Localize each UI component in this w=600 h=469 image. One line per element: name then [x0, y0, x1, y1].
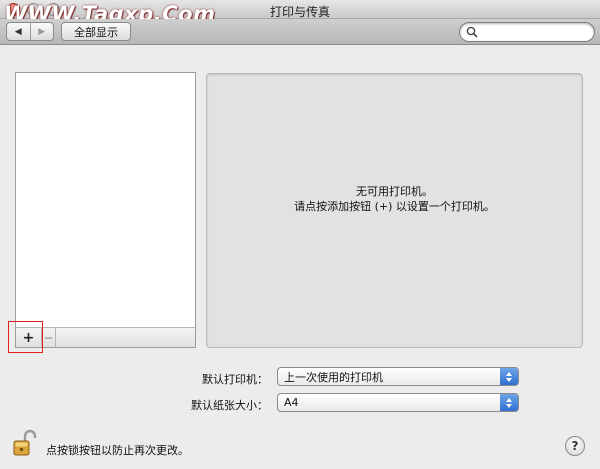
navigation-group: ◀ ▶ [6, 22, 54, 41]
lock-hint-text: 点按锁按钮以防止再次更改。 [46, 444, 189, 457]
default-paper-label: 默认纸张大小： [191, 399, 268, 412]
search-icon [466, 26, 478, 38]
forward-button[interactable]: ▶ [29, 23, 54, 40]
lock-icon[interactable] [13, 429, 37, 457]
default-printer-value: 上一次使用的打印机 [284, 370, 383, 384]
printer-list[interactable]: + − [15, 72, 196, 348]
default-printer-popup[interactable]: 上一次使用的打印机 [277, 367, 519, 386]
no-printer-message: 无可用打印机。 请点按添加按钮 (+) 以设置一个打印机。 [207, 184, 582, 214]
help-button[interactable]: ? [565, 436, 585, 456]
back-button[interactable]: ◀ [7, 23, 30, 40]
printer-detail-panel: 无可用打印机。 请点按添加按钮 (+) 以设置一个打印机。 [206, 73, 583, 348]
search-field[interactable] [459, 22, 595, 42]
toolbar: ◀ ▶ 全部显示 [0, 19, 600, 45]
search-input[interactable] [481, 26, 581, 38]
popup-arrows-icon [500, 394, 518, 411]
show-all-button[interactable]: 全部显示 [61, 22, 131, 41]
popup-arrows-icon [500, 368, 518, 385]
no-printer-line2: 请点按添加按钮 (+) 以设置一个打印机。 [294, 200, 495, 213]
remove-printer-button[interactable]: − [42, 328, 56, 347]
default-paper-value: A4 [284, 396, 299, 409]
default-printer-label: 默认打印机： [202, 373, 268, 386]
title-bar: 打印与传真 WWW.Tagxp.Com [0, 0, 600, 26]
add-button-highlight [8, 321, 43, 353]
no-printer-line1: 无可用打印机。 [356, 185, 433, 198]
default-paper-popup[interactable]: A4 [277, 393, 519, 412]
